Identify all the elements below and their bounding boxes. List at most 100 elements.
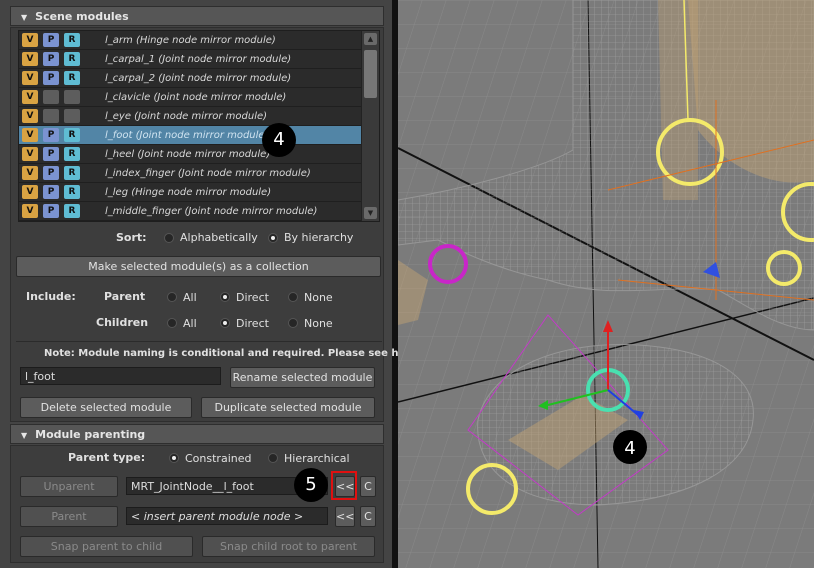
list-item-label: l_foot (Joint node mirror module) <box>105 130 269 141</box>
visibility-toggle-button[interactable]: V <box>22 52 38 66</box>
reference-toggle-button[interactable]: R <box>64 147 80 161</box>
proxy-toggle-button[interactable]: P <box>43 52 59 66</box>
sort-hierarchy-label: By hierarchy <box>284 231 354 244</box>
clear-parent-button-2[interactable]: C <box>360 506 376 527</box>
hierarchical-radio[interactable] <box>268 453 278 463</box>
reference-toggle-button[interactable]: R <box>64 71 80 85</box>
constrained-radio[interactable] <box>169 453 179 463</box>
visibility-toggle-button[interactable]: V <box>22 166 38 180</box>
proxy-toggle-button[interactable]: P <box>43 185 59 199</box>
visibility-toggle-button[interactable]: V <box>22 109 38 123</box>
list-item-label: l_eye (Joint node mirror module) <box>105 111 268 122</box>
visibility-toggle-button[interactable]: V <box>22 204 38 218</box>
parent-none-label: None <box>304 291 333 304</box>
parent-button[interactable]: Parent <box>20 506 118 527</box>
list-item[interactable]: Vl_clavicle (Joint node mirror module) <box>19 88 362 107</box>
reference-toggle-button[interactable]: R <box>64 33 80 47</box>
snap-child-button[interactable]: Snap child root to parent <box>202 536 375 557</box>
list-scrollbar[interactable]: ▲ ▼ <box>361 31 379 221</box>
parent-none-radio[interactable] <box>288 292 298 302</box>
scroll-up-icon[interactable]: ▲ <box>364 33 377 45</box>
reference-toggle-button[interactable] <box>64 109 80 123</box>
list-item[interactable]: V P Rl_heel (Joint node mirror module) <box>19 145 362 164</box>
children-direct-label: Direct <box>236 317 269 330</box>
sort-alpha-label: Alphabetically <box>180 231 258 244</box>
reference-toggle-button[interactable]: R <box>64 52 80 66</box>
list-item-label: l_arm (Hinge node mirror module) <box>105 35 276 46</box>
proxy-toggle-button[interactable]: P <box>43 204 59 218</box>
list-item[interactable]: V P Rl_carpal_2 (Joint node mirror module) <box>19 69 362 88</box>
module-parenting-header[interactable]: ▼ Module parenting <box>10 424 384 444</box>
callout-viewport: 4 <box>624 438 635 459</box>
list-item[interactable]: V P Rl_index_finger (Joint node mirror mod… <box>19 164 362 183</box>
reference-toggle-button[interactable]: R <box>64 166 80 180</box>
constrained-label: Constrained <box>185 452 252 465</box>
collapse-triangle-icon: ▼ <box>21 13 28 22</box>
callout-arrow: 5 <box>294 468 328 502</box>
hierarchical-label: Hierarchical <box>284 452 350 465</box>
list-item[interactable]: V P Rl_middle_finger (Joint node mirror mo… <box>19 202 362 221</box>
proxy-toggle-button[interactable]: P <box>43 33 59 47</box>
proxy-toggle-button[interactable]: P <box>43 71 59 85</box>
visibility-toggle-button[interactable]: V <box>22 33 38 47</box>
scene-modules-header[interactable]: ▼ Scene modules <box>10 6 384 26</box>
sort-label: Sort: <box>116 231 147 244</box>
sort-alpha-radio[interactable] <box>164 233 174 243</box>
unparent-button[interactable]: Unparent <box>20 476 118 497</box>
list-item-label: l_index_finger (Joint node mirror module… <box>105 168 311 179</box>
children-none-radio[interactable] <box>288 318 298 328</box>
visibility-toggle-button[interactable]: V <box>22 147 38 161</box>
proxy-toggle-button[interactable]: P <box>43 166 59 180</box>
list-item-label: l_middle_finger (Joint node mirror modul… <box>105 206 318 217</box>
children-all-radio[interactable] <box>167 318 177 328</box>
proxy-toggle-button[interactable] <box>43 90 59 104</box>
collapse-triangle-icon: ▼ <box>21 431 28 440</box>
make-collection-button[interactable]: Make selected module(s) as a collection <box>16 256 381 277</box>
divider <box>16 341 382 342</box>
visibility-toggle-button[interactable]: V <box>22 90 38 104</box>
list-item[interactable]: V P Rl_foot (Joint node mirror module) <box>19 126 362 145</box>
reference-toggle-button[interactable] <box>64 90 80 104</box>
visibility-toggle-button[interactable]: V <box>22 185 38 199</box>
module-list: V P Rl_arm (Hinge node mirror module) V P Rl_… <box>18 30 380 222</box>
scroll-down-icon[interactable]: ▼ <box>364 207 377 219</box>
children-all-label: All <box>183 317 197 330</box>
children-direct-radio[interactable] <box>220 318 230 328</box>
include-label: Include: <box>26 290 76 303</box>
reference-toggle-button[interactable]: R <box>64 204 80 218</box>
list-item-label: l_leg (Hinge node mirror module) <box>105 187 272 198</box>
module-parenting-title: Module parenting <box>35 428 146 441</box>
highlight-box <box>331 471 357 500</box>
list-item[interactable]: V P Rl_carpal_1 (Joint node mirror module) <box>19 50 362 69</box>
proxy-toggle-button[interactable] <box>43 109 59 123</box>
rename-module-button[interactable]: Rename selected module <box>230 367 375 388</box>
parent-all-label: All <box>183 291 197 304</box>
viewport-3d[interactable]: 4 <box>398 0 814 568</box>
visibility-toggle-button[interactable]: V <box>22 71 38 85</box>
list-item[interactable]: Vl_eye (Joint node mirror module) <box>19 107 362 126</box>
children-include-label: Children <box>96 316 149 329</box>
viewport-canvas: 4 <box>398 0 814 568</box>
parent-direct-label: Direct <box>236 291 269 304</box>
duplicate-module-button[interactable]: Duplicate selected module <box>201 397 375 418</box>
insert-parent-arrow-button-2[interactable]: << <box>335 506 355 527</box>
parent-module-input[interactable]: < insert parent module node > <box>126 507 328 525</box>
snap-parent-button[interactable]: Snap parent to child <box>20 536 193 557</box>
reference-toggle-button[interactable]: R <box>64 128 80 142</box>
reference-toggle-button[interactable]: R <box>64 185 80 199</box>
list-item[interactable]: V P Rl_leg (Hinge node mirror module) <box>19 183 362 202</box>
proxy-toggle-button[interactable]: P <box>43 128 59 142</box>
delete-module-button[interactable]: Delete selected module <box>20 397 192 418</box>
proxy-toggle-button[interactable]: P <box>43 147 59 161</box>
parent-direct-radio[interactable] <box>220 292 230 302</box>
callout-list: 4 <box>262 123 296 157</box>
clear-parent-button[interactable]: C <box>360 476 376 497</box>
list-item-label: l_carpal_2 (Joint node mirror module) <box>105 73 292 84</box>
list-item-label: l_carpal_1 (Joint node mirror module) <box>105 54 292 65</box>
visibility-toggle-button[interactable]: V <box>22 128 38 142</box>
scroll-thumb[interactable] <box>364 50 377 98</box>
list-item[interactable]: V P Rl_arm (Hinge node mirror module) <box>19 31 362 50</box>
module-name-input[interactable]: l_foot <box>20 367 221 385</box>
sort-hierarchy-radio[interactable] <box>268 233 278 243</box>
parent-all-radio[interactable] <box>167 292 177 302</box>
